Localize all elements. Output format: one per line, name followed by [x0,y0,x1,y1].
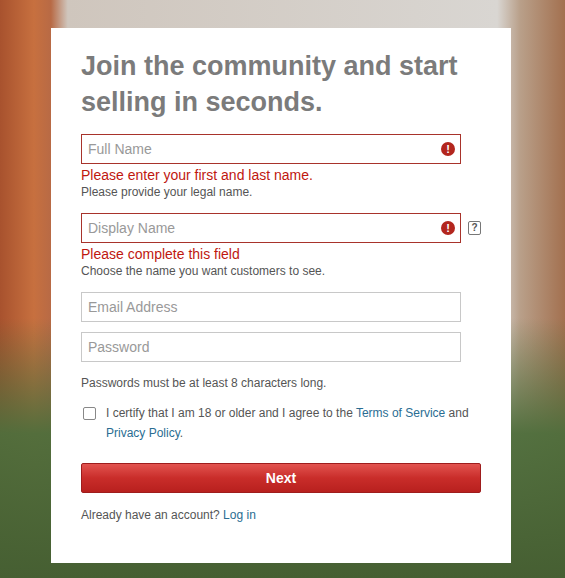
form-group: !? Please complete this fieldChoose the n… [81,213,481,279]
agreement-link[interactable]: Privacy Policy [106,426,180,440]
form-group [81,332,481,362]
agreement-text: I certify that I am 18 or older and I ag… [106,403,481,443]
help-text: Choose the name you want customers to se… [81,263,481,279]
email-input[interactable] [81,292,461,322]
agreement-link[interactable]: Terms of Service [356,406,445,420]
password-hint: Passwords must be at least 8 characters … [81,374,481,392]
agreement-text-part: . [180,426,183,440]
field-wrap: ! [81,134,461,164]
text-input[interactable] [81,213,461,243]
password-input[interactable] [81,332,461,362]
agreement-row: I certify that I am 18 or older and I ag… [81,403,481,443]
signup-card: Join the community and start selling in … [51,28,511,563]
error-icon: ! [441,142,455,156]
text-input[interactable] [81,134,461,164]
field-wrap: ! [81,213,461,243]
field-row [81,292,481,322]
error-message: Please complete this field [81,245,481,263]
agreement-checkbox[interactable] [83,407,96,420]
error-message: Please enter your first and last name. [81,166,481,184]
agreement-text-part: and [445,406,468,420]
field-wrap [81,332,461,362]
form-group: ! Please enter your first and last name.P… [81,134,481,200]
help-icon[interactable]: ? [468,221,481,235]
login-link[interactable]: Log in [223,508,256,522]
login-prompt: Already have an account? Log in [81,507,481,523]
field-wrap [81,292,461,322]
form-group [81,292,481,322]
heading: Join the community and start selling in … [81,48,481,120]
agreement-text-part: I certify that I am 18 or older and I ag… [106,406,356,420]
help-text: Please provide your legal name. [81,184,481,200]
field-row: !? [81,213,481,243]
field-row: ! [81,134,481,164]
error-icon: ! [441,221,455,235]
login-prompt-text: Already have an account? [81,508,223,522]
field-row [81,332,481,362]
next-button[interactable]: Next [81,463,481,493]
